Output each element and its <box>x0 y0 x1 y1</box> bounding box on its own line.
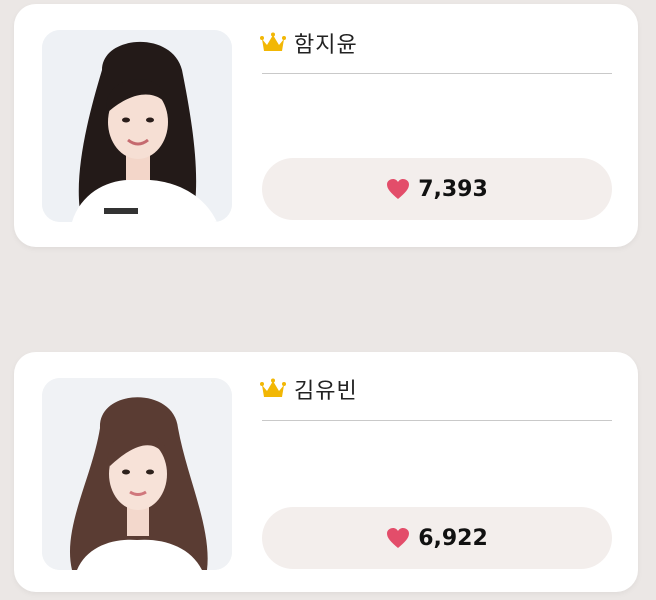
vote-button[interactable]: 7,393 <box>262 158 612 220</box>
vote-button[interactable]: 6,922 <box>262 507 612 569</box>
candidate-photo <box>42 30 232 222</box>
divider <box>262 420 612 421</box>
crown-icon <box>260 378 286 400</box>
candidate-card[interactable]: 함지윤 7,393 <box>14 4 638 247</box>
candidate-name: 김유빈 <box>294 379 358 404</box>
vote-count: 7,393 <box>418 176 488 202</box>
candidate-name-row: 함지윤 <box>260 26 358 60</box>
crown-icon <box>260 32 286 54</box>
candidate-name: 함지윤 <box>294 33 358 58</box>
vote-count: 6,922 <box>418 525 488 551</box>
divider <box>262 73 612 74</box>
candidate-photo <box>42 378 232 570</box>
heart-icon <box>386 527 410 549</box>
candidate-name-row: 김유빈 <box>260 372 358 406</box>
heart-icon <box>386 178 410 200</box>
candidate-card[interactable]: 김유빈 6,922 <box>14 352 638 592</box>
